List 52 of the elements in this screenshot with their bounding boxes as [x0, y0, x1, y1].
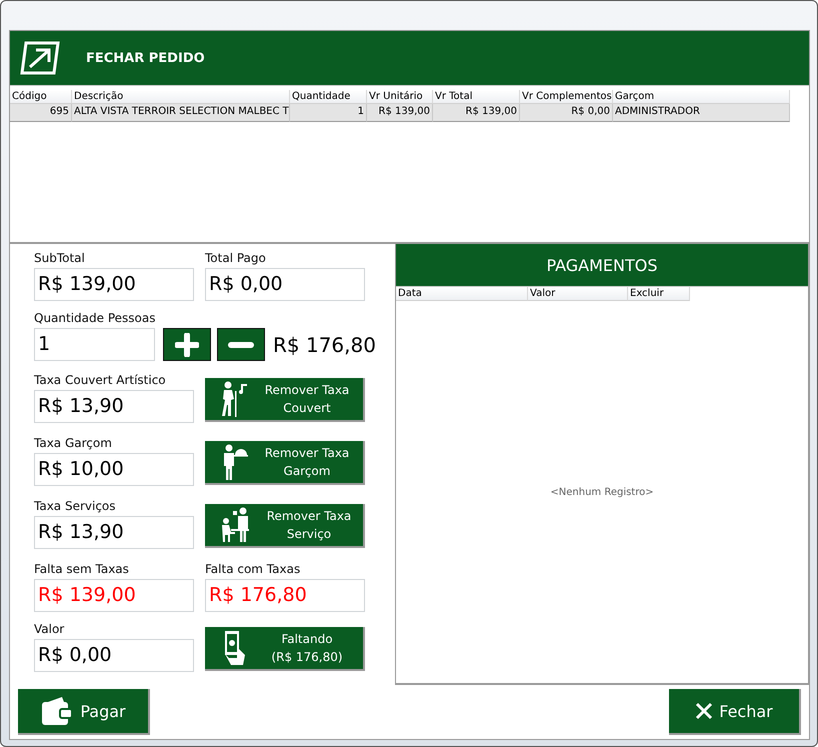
field-label: Total Pago — [205, 251, 267, 265]
column-header[interactable]: Vr Unitário — [367, 90, 433, 104]
column-header[interactable]: Excluir — [628, 287, 690, 301]
value-field[interactable]: R$ 13,90 — [34, 516, 194, 549]
field-label: Valor — [34, 622, 66, 636]
field-label: Taxa Garçom — [34, 436, 113, 450]
column-header[interactable]: Descrição — [72, 90, 290, 104]
field-label: Taxa Couvert Artístico — [34, 373, 167, 387]
table-cell: 1 — [290, 104, 367, 122]
table-cell: R$ 139,00 — [367, 104, 433, 122]
value-field[interactable]: R$ 139,00 — [34, 579, 194, 612]
field-label: Taxa Serviços — [34, 499, 117, 513]
table-cell: ALTA VISTA TERROIR SELECTION MALBEC T — [72, 104, 290, 122]
value-field[interactable]: R$ 13,90 — [34, 390, 194, 423]
remove-fee-button[interactable]: Remover Taxa Serviço — [205, 504, 365, 548]
plus-button[interactable] — [163, 328, 211, 361]
per-person-total: R$ 176,80 — [273, 332, 376, 356]
empty-message: <Nenhum Registro> — [550, 486, 654, 498]
value-field[interactable]: 1 — [34, 328, 155, 361]
table-cell: R$ 139,00 — [433, 104, 520, 122]
remove-fee-button[interactable]: Remover Taxa Garçom — [205, 441, 365, 485]
value-field[interactable]: R$ 10,00 — [34, 453, 194, 486]
page-title: FECHAR PEDIDO — [86, 50, 205, 66]
column-header[interactable]: Código — [10, 90, 72, 104]
musician-icon — [219, 381, 249, 417]
column-header[interactable]: Data — [396, 287, 528, 301]
pay-button[interactable]: Pagar — [18, 689, 150, 735]
field-label: Falta com Taxas — [205, 562, 302, 576]
field-label: Quantidade Pessoas — [34, 311, 156, 325]
value-field[interactable]: R$ 176,80 — [205, 579, 365, 612]
remaining-amount-button[interactable]: Faltando (R$ 176,80) — [205, 627, 365, 671]
exit-arrow-icon — [18, 39, 62, 77]
table-cell: 695 — [10, 104, 72, 122]
column-header[interactable]: Vr Total — [433, 90, 520, 104]
value-field[interactable]: R$ 0,00 — [34, 639, 194, 672]
table-cell: R$ 0,00 — [520, 104, 613, 122]
plus-icon — [175, 332, 199, 356]
value-field[interactable]: R$ 0,00 — [205, 268, 365, 301]
column-header[interactable]: Garçom — [613, 90, 790, 104]
minus-button[interactable] — [217, 328, 265, 361]
value-field[interactable]: R$ 139,00 — [34, 268, 194, 301]
field-label: Falta sem Taxas — [34, 562, 130, 576]
table-cell: ADMINISTRADOR — [613, 104, 790, 122]
field-label: SubTotal — [34, 251, 86, 265]
close-icon — [695, 702, 714, 720]
payments-title: PAGAMENTOS — [396, 244, 808, 286]
column-header[interactable]: Quantidade — [290, 90, 367, 104]
column-header[interactable]: Valor — [528, 287, 628, 301]
column-header[interactable]: Vr Complementos — [520, 90, 613, 104]
close-button[interactable]: Fechar — [669, 689, 801, 735]
minus-icon — [228, 340, 254, 348]
remove-fee-button[interactable]: Remover Taxa Couvert — [205, 378, 365, 422]
